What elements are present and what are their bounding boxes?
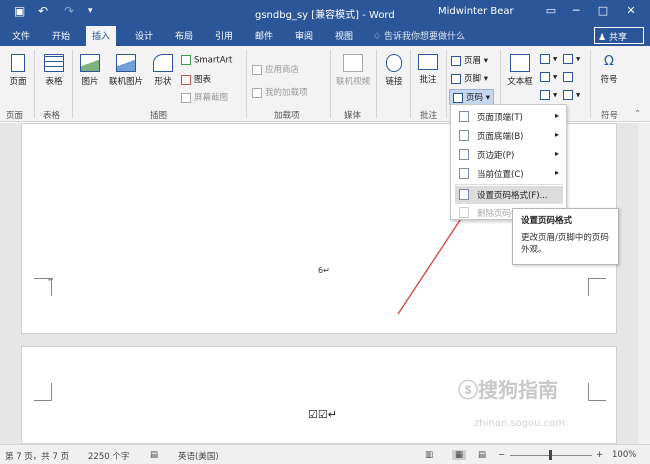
language-status[interactable]: 英语(美国) — [178, 450, 219, 462]
word-count-status[interactable]: 2250 个字 — [88, 450, 129, 462]
menu-item-page-margins[interactable]: 页边距(P) ▸ — [455, 146, 563, 164]
watermark-logo: ⓢ搜狗指南 — [458, 374, 558, 403]
chevron-right-icon: ▸ — [554, 149, 559, 158]
remove-page-numbers-icon — [459, 207, 469, 218]
format-page-numbers-icon — [459, 189, 469, 200]
current-position-icon — [459, 168, 469, 179]
menu-item-format-page-numbers[interactable]: 设置页码格式(F)... — [455, 186, 563, 204]
sogou-logo-icon: ⓢ — [458, 378, 478, 402]
menu-item-label: 当前位置(C) — [477, 170, 524, 180]
page-count-status[interactable]: 第 7 页，共 7 页 — [5, 450, 69, 462]
menu-item-label: 页边距(P) — [477, 151, 515, 161]
menu-item-label: 页面顶端(T) — [477, 113, 523, 123]
page-number-menu: 页面顶端(T) ▸ 页面底端(B) ▸ 页边距(P) ▸ 当前位置(C) ▸ 设置页码格… — [450, 104, 567, 220]
web-layout-icon[interactable]: ▤ — [478, 450, 486, 460]
menu-item-label: 删除页码 — [477, 209, 512, 219]
status-bar: 第 7 页，共 7 页 2250 个字 ▤ 英语(美国) ▥ ▦ ▤ − + 1… — [0, 444, 650, 464]
tooltip: 设置页码格式 更改页眉/页脚中的页码外观。 — [512, 208, 619, 265]
page-bottom-icon — [459, 130, 469, 141]
page-top-icon — [459, 111, 469, 122]
chevron-right-icon: ▸ — [554, 168, 559, 177]
zoom-out-icon[interactable]: − — [498, 450, 505, 460]
menu-separator — [455, 184, 563, 185]
chevron-right-icon: ▸ — [554, 111, 559, 120]
page-margins-icon — [459, 149, 469, 160]
menu-item-top-of-page[interactable]: 页面顶端(T) ▸ — [455, 108, 563, 126]
read-mode-icon[interactable]: ▥ — [425, 450, 433, 460]
proofing-icon[interactable]: ▤ — [150, 450, 158, 460]
watermark-url: zhinan.sogou.com — [474, 418, 566, 429]
tooltip-title: 设置页码格式 — [521, 216, 573, 226]
menu-item-label: 设置页码格式(F)... — [477, 191, 548, 201]
menu-item-current-position[interactable]: 当前位置(C) ▸ — [455, 165, 563, 183]
print-layout-icon[interactable]: ▦ — [452, 450, 467, 460]
menu-item-bottom-of-page[interactable]: 页面底端(B) ▸ — [455, 127, 563, 145]
tooltip-body: 更改页眉/页脚中的页码外观。 — [521, 233, 609, 255]
zoom-slider-thumb[interactable] — [549, 450, 552, 460]
zoom-level[interactable]: 100% — [612, 450, 636, 460]
watermark-text: 搜狗指南 — [478, 378, 558, 402]
zoom-in-icon[interactable]: + — [596, 450, 603, 460]
menu-item-label: 页面底端(B) — [477, 132, 524, 142]
chevron-right-icon: ▸ — [554, 130, 559, 139]
